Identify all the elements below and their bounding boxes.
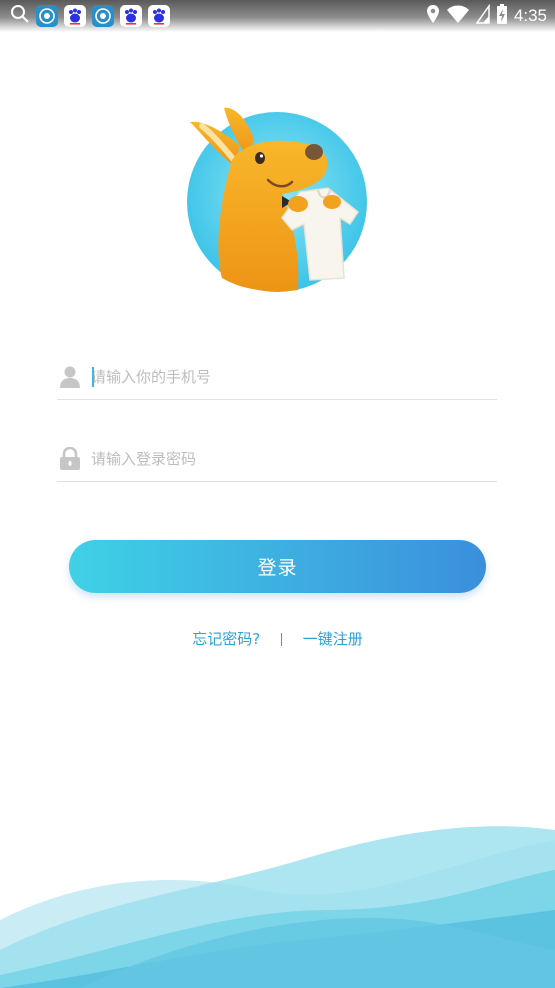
baidu-app-icon: [148, 5, 170, 27]
password-input[interactable]: [91, 444, 491, 474]
register-link[interactable]: 一键注册: [303, 628, 363, 649]
fox-app-icon: [36, 5, 58, 27]
signal-icon: [475, 3, 490, 28]
forgot-password-link[interactable]: 忘记密码?: [192, 628, 260, 649]
baidu-app-icon: [64, 5, 86, 27]
fox-app-icon: [92, 5, 114, 27]
search-icon: [10, 4, 30, 28]
location-icon: [426, 4, 440, 28]
lock-icon: [59, 446, 81, 471]
app-logo: [182, 100, 372, 300]
kangaroo-mascot-icon: [187, 107, 367, 292]
status-bar: 4:35: [0, 0, 555, 32]
login-button[interactable]: 登录: [69, 540, 486, 593]
text-cursor: [92, 367, 94, 387]
login-screen: 4:35 请输入你的手机号 登录 忘记密码? 一键注册: [0, 0, 555, 988]
user-icon: [59, 365, 81, 389]
password-field: [57, 438, 497, 482]
notification-icons: [10, 4, 170, 28]
wifi-icon: [446, 4, 470, 28]
wave-decoration: [0, 826, 555, 988]
system-status: 4:35: [426, 3, 547, 29]
phone-field: [57, 356, 497, 400]
battery-charging-icon: [496, 3, 508, 29]
baidu-app-icon: [120, 5, 142, 27]
phone-input[interactable]: [91, 362, 491, 392]
auth-links: 忘记密码? 一键注册: [0, 628, 555, 652]
link-divider: [280, 633, 282, 646]
clock: 4:35: [513, 6, 547, 25]
